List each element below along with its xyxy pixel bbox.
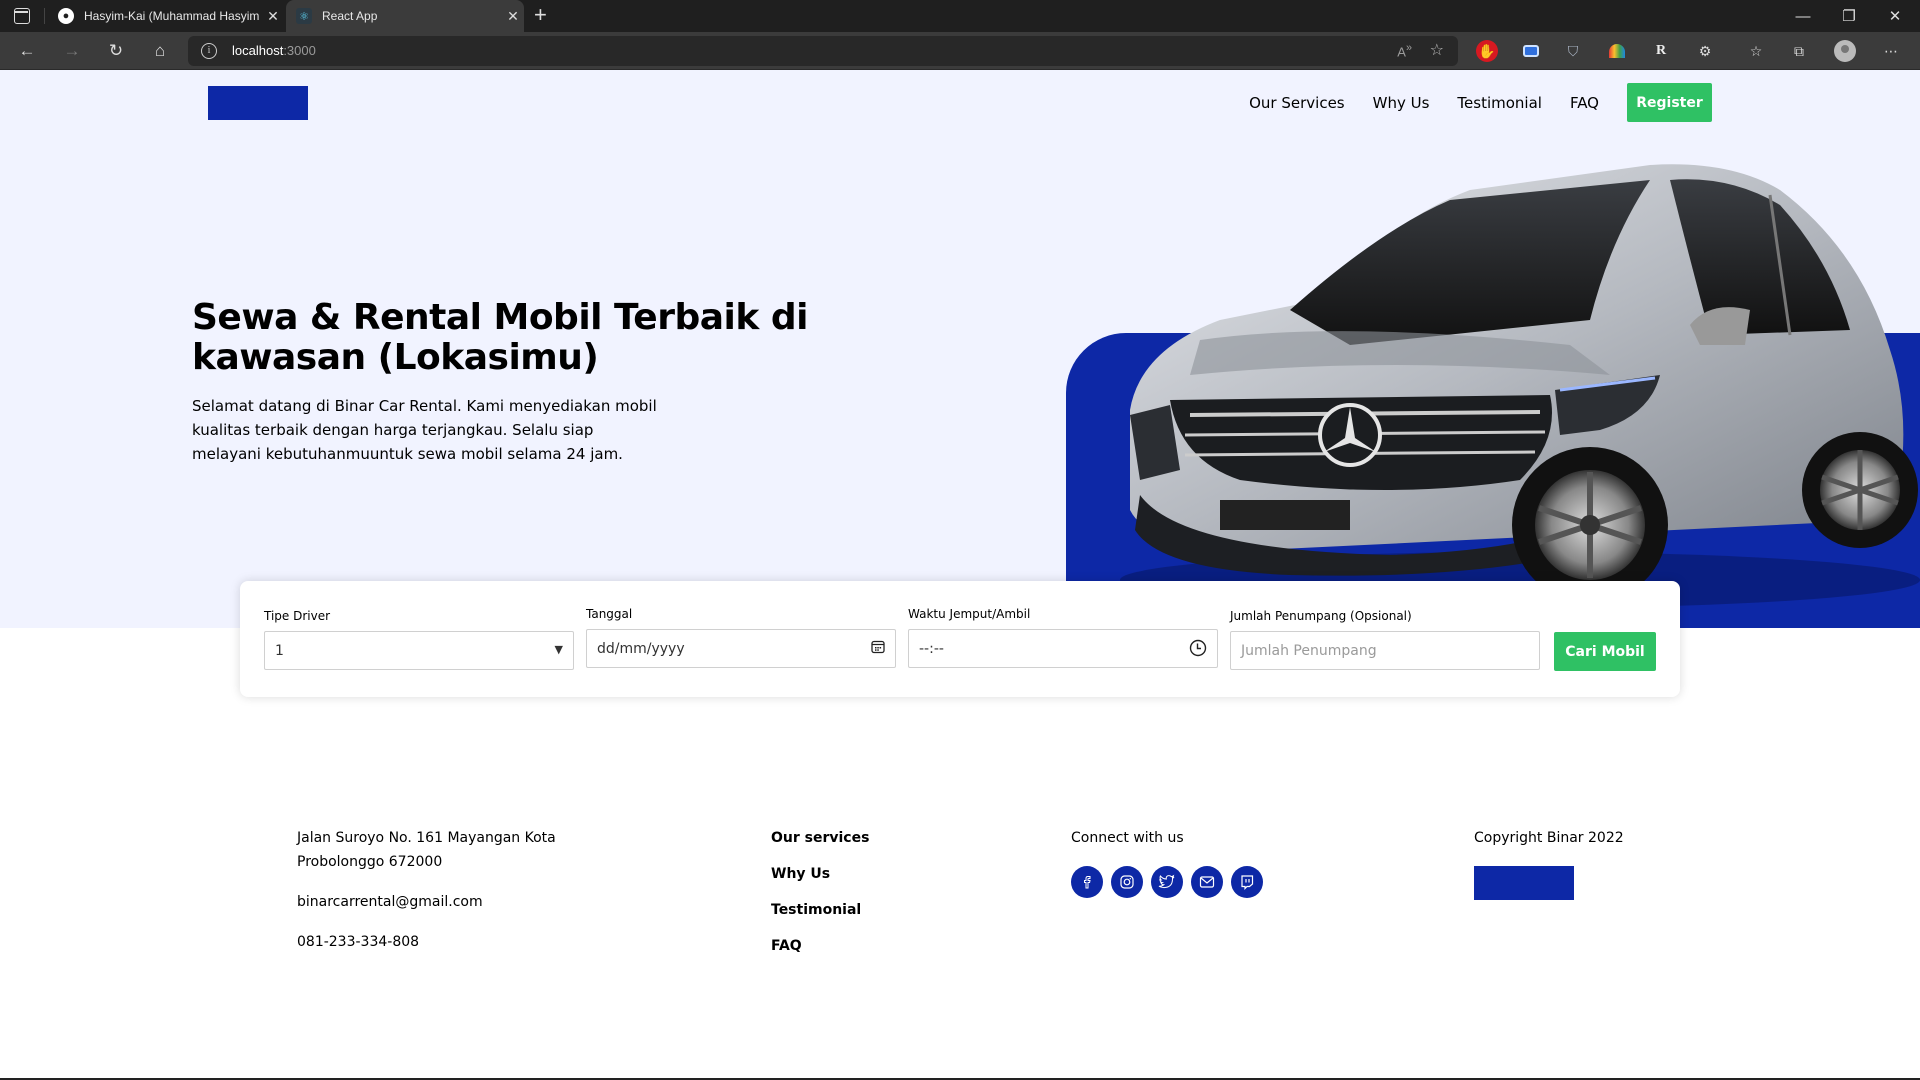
footer-link-testimonial[interactable]: Testimonial: [771, 898, 869, 922]
driver-type-field: Tipe Driver 1 ▼: [264, 609, 574, 670]
social-links: [1071, 866, 1271, 898]
close-tab-icon[interactable]: ✕: [262, 8, 284, 25]
browser-toolbar: ← → ↻ ⌂ i localhost:3000 A» ☆: [0, 32, 1920, 70]
time-input[interactable]: --:--: [908, 629, 1218, 668]
nav-our-services[interactable]: Our Services: [1249, 94, 1345, 112]
browser-tab-bar: ● Hasyim-Kai (Muhammad Hasyim ✕ ⚛ React …: [0, 0, 1920, 32]
clock-icon[interactable]: [1189, 639, 1207, 661]
calendar-icon[interactable]: [871, 640, 885, 658]
footer-link-our-services[interactable]: Our services: [771, 826, 869, 850]
passenger-field: Jumlah Penumpang (Opsional) Jumlah Penum…: [1230, 609, 1540, 670]
page: Our Services Why Us Testimonial FAQ Regi…: [0, 70, 1920, 1078]
footer-address: Jalan Suroyo No. 161 Mayangan Kota Probo…: [297, 830, 556, 870]
tab-title: Hasyim-Kai (Muhammad Hasyim: [84, 9, 260, 23]
mail-icon[interactable]: [1191, 866, 1223, 898]
back-icon[interactable]: ←: [13, 38, 41, 64]
facebook-icon[interactable]: [1071, 866, 1103, 898]
reload-icon[interactable]: ↻: [102, 38, 130, 64]
extensions-icon[interactable]: ⚙: [1694, 40, 1716, 62]
tab-actions-icon[interactable]: [14, 8, 30, 24]
footer-phone: 081-233-334-808: [297, 934, 420, 950]
time-field: Waktu Jemput/Ambil --:--: [908, 607, 1218, 668]
home-icon[interactable]: ⌂: [146, 38, 174, 64]
footer-link-why-us[interactable]: Why Us: [771, 862, 869, 886]
main-nav: Our Services Why Us Testimonial FAQ Regi…: [1221, 83, 1712, 122]
nav-testimonial[interactable]: Testimonial: [1457, 94, 1542, 112]
nav-faq[interactable]: FAQ: [1570, 94, 1599, 112]
time-label: Waktu Jemput/Ambil: [908, 607, 1031, 621]
read-aloud-icon[interactable]: A»: [1397, 42, 1412, 59]
shield-extension-icon[interactable]: ⛉: [1562, 40, 1584, 62]
site-info-icon[interactable]: i: [201, 43, 217, 59]
date-placeholder: dd/mm/yyyy: [597, 640, 685, 657]
footer-connect: Connect with us: [1071, 826, 1271, 898]
copyright-text: Copyright Binar 2022: [1474, 830, 1624, 846]
logo[interactable]: [208, 86, 308, 120]
browser-tab-github[interactable]: ● Hasyim-Kai (Muhammad Hasyim ✕: [48, 0, 284, 32]
driver-type-label: Tipe Driver: [264, 609, 331, 623]
passenger-placeholder: Jumlah Penumpang: [1241, 642, 1377, 659]
hero-title: Sewa & Rental Mobil Terbaik di kawasan (…: [192, 297, 808, 378]
url-text[interactable]: localhost:3000: [232, 43, 316, 58]
favorites-icon[interactable]: ☆: [1745, 40, 1767, 62]
hero-section: Our Services Why Us Testimonial FAQ Regi…: [0, 70, 1920, 628]
search-car-button[interactable]: Cari Mobil: [1554, 632, 1656, 671]
chevron-down-icon: ▼: [554, 643, 563, 656]
passenger-label: Jumlah Penumpang (Opsional): [1230, 609, 1412, 623]
footer-link-faq[interactable]: FAQ: [771, 934, 869, 958]
car-image: [1120, 164, 1920, 608]
forward-icon[interactable]: →: [58, 38, 86, 64]
colorful-extension-icon[interactable]: [1606, 40, 1628, 62]
github-icon: ●: [58, 8, 74, 24]
collections-icon[interactable]: ⧉: [1788, 40, 1810, 62]
connect-label: Connect with us: [1071, 830, 1184, 846]
settings-more-icon[interactable]: ⋯: [1880, 40, 1902, 62]
screen-capture-extension-icon[interactable]: [1520, 40, 1542, 62]
driver-type-select[interactable]: 1 ▼: [264, 631, 574, 670]
restore-button[interactable]: ❐: [1826, 0, 1872, 32]
date-field: Tanggal dd/mm/yyyy: [586, 607, 896, 668]
twitter-icon[interactable]: [1151, 866, 1183, 898]
footer-email: binarcarrental@gmail.com: [297, 894, 483, 910]
nav-why-us[interactable]: Why Us: [1373, 94, 1430, 112]
react-icon: ⚛: [296, 8, 312, 24]
adblock-extension-icon[interactable]: ✋: [1476, 40, 1498, 62]
driver-type-value: 1: [275, 642, 284, 659]
close-tab-icon[interactable]: ✕: [502, 8, 524, 25]
close-window-button[interactable]: ✕: [1872, 0, 1918, 32]
footer-links: Our services Why Us Testimonial FAQ: [771, 826, 869, 970]
search-car-card: Tipe Driver 1 ▼ Tanggal dd/mm/yyyy Waktu…: [240, 581, 1680, 697]
date-input[interactable]: dd/mm/yyyy: [586, 629, 896, 668]
r-extension-icon[interactable]: R: [1650, 40, 1672, 62]
address-bar[interactable]: i localhost:3000 A» ☆: [188, 36, 1458, 66]
instagram-icon[interactable]: [1111, 866, 1143, 898]
twitch-icon[interactable]: [1231, 866, 1263, 898]
new-tab-button[interactable]: +: [534, 2, 547, 28]
register-button[interactable]: Register: [1627, 83, 1712, 122]
time-placeholder: --:--: [919, 640, 944, 657]
add-favorite-icon[interactable]: ☆: [1430, 40, 1444, 60]
footer-copyright-block: Copyright Binar 2022: [1474, 826, 1624, 900]
divider: [44, 8, 45, 24]
minimize-button[interactable]: —: [1780, 0, 1826, 32]
hero-description: Selamat datang di Binar Car Rental. Kami…: [192, 397, 657, 463]
tab-title: React App: [322, 9, 378, 23]
passenger-input[interactable]: Jumlah Penumpang: [1230, 631, 1540, 670]
footer-logo[interactable]: [1474, 866, 1574, 900]
date-label: Tanggal: [586, 607, 633, 621]
profile-avatar[interactable]: [1834, 40, 1856, 62]
browser-tab-react-app[interactable]: ⚛ React App ✕: [286, 0, 524, 32]
footer-contact: Jalan Suroyo No. 161 Mayangan Kota Probo…: [297, 826, 597, 954]
